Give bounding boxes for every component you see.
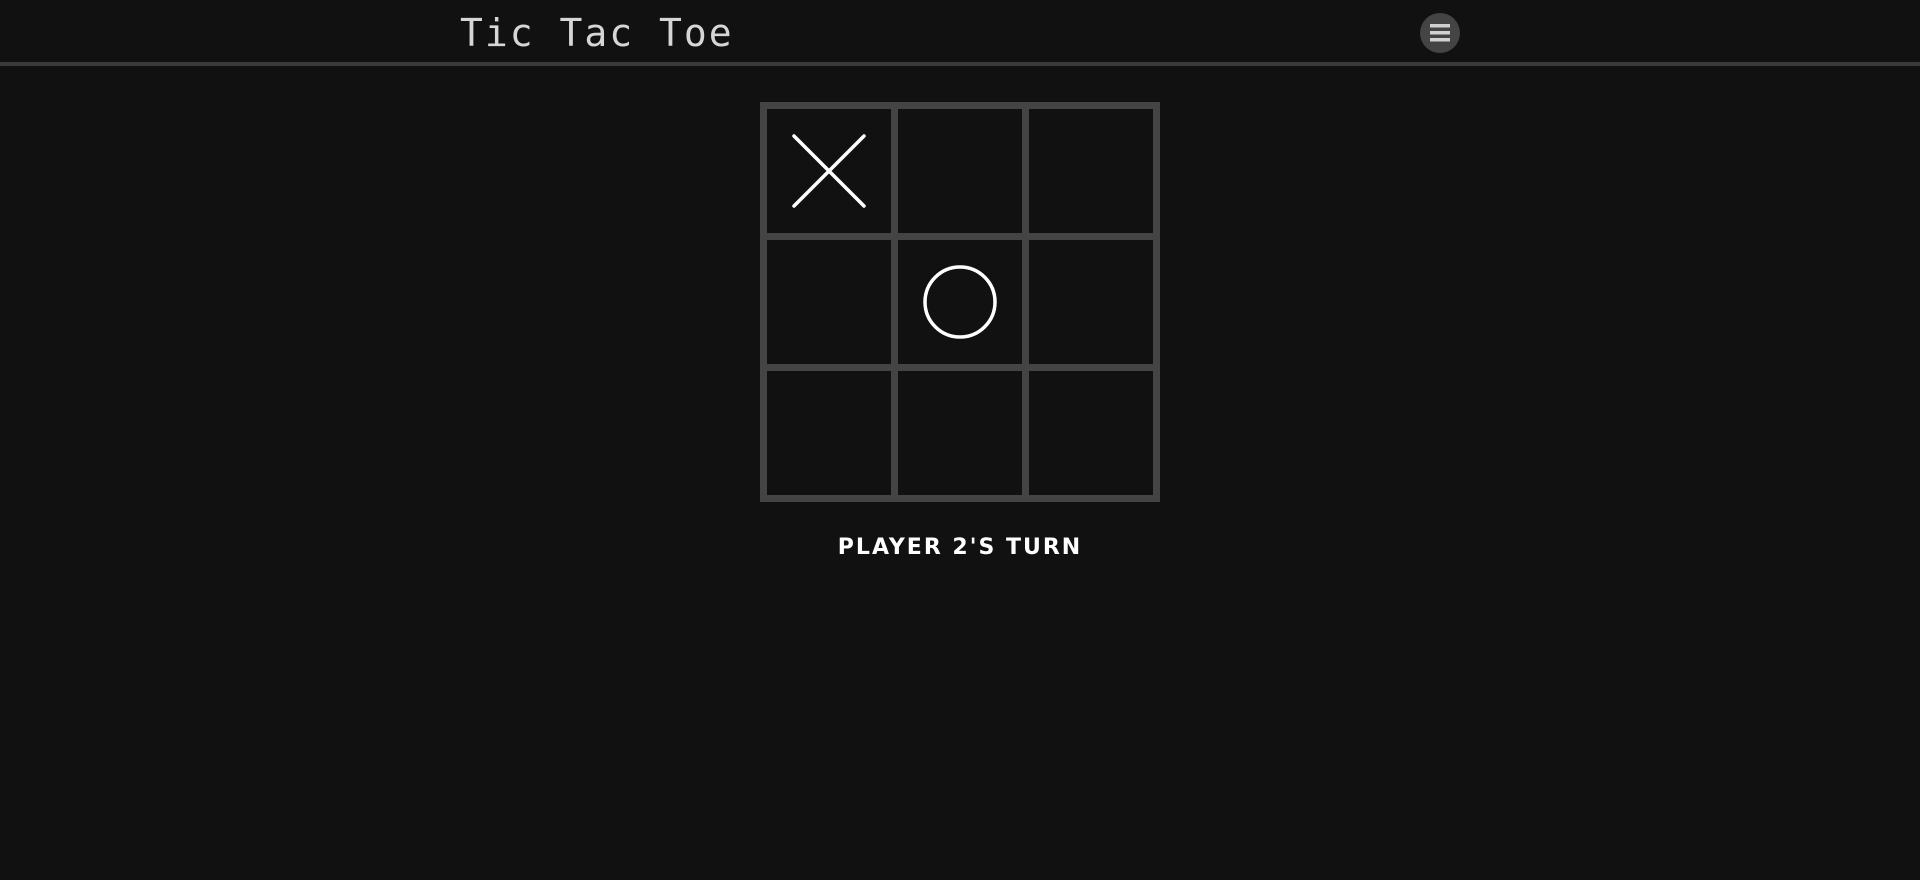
board-cell-1[interactable]: [767, 109, 891, 233]
hamburger-menu-icon: [1430, 24, 1450, 42]
board-cell-2[interactable]: [898, 109, 1022, 233]
header-bar: Tic Tac Toe: [0, 0, 1920, 66]
page-title: Tic Tac Toe: [460, 11, 734, 55]
x-mark-icon: [792, 134, 866, 208]
turn-status: PLAYER 2'S TURN: [837, 535, 1083, 560]
game-board: [760, 102, 1160, 502]
menu-button[interactable]: [1420, 13, 1460, 53]
board-cell-4[interactable]: [767, 240, 891, 364]
board-cell-5[interactable]: [898, 240, 1022, 364]
board-cell-7[interactable]: [767, 371, 891, 495]
board-cell-6[interactable]: [1029, 240, 1153, 364]
board-cell-8[interactable]: [898, 371, 1022, 495]
board-cell-9[interactable]: [1029, 371, 1153, 495]
board-cell-3[interactable]: [1029, 109, 1153, 233]
o-mark-icon: [923, 265, 997, 339]
